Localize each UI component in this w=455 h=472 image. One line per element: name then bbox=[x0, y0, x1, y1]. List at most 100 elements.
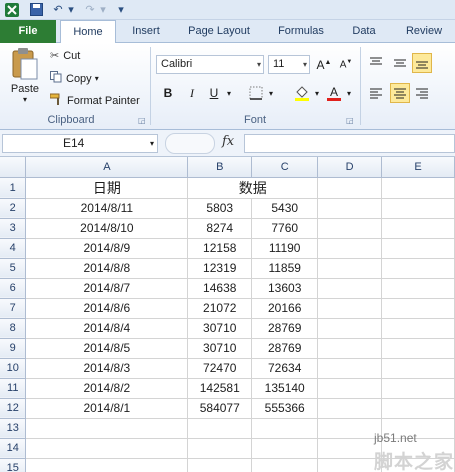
cell-value-c[interactable] bbox=[251, 418, 319, 439]
cell-value-c[interactable]: 555366 bbox=[251, 398, 319, 419]
cell-date[interactable]: 2014/8/5 bbox=[25, 338, 189, 359]
cell-value-b[interactable]: 5803 bbox=[187, 198, 253, 219]
cell-empty[interactable] bbox=[381, 177, 455, 199]
row-header[interactable]: 1 bbox=[0, 177, 27, 199]
cell-empty[interactable] bbox=[317, 198, 383, 219]
align-top-button[interactable] bbox=[366, 53, 386, 73]
customize-toolbar-icon[interactable]: ▾ bbox=[116, 2, 126, 17]
insert-function-button[interactable]: fx bbox=[222, 134, 234, 149]
bold-button[interactable]: B bbox=[158, 83, 178, 103]
cell-empty[interactable] bbox=[381, 358, 455, 379]
cell-a1[interactable]: 日期 bbox=[25, 177, 189, 199]
copy-dropdown-icon[interactable]: ▾ bbox=[95, 74, 99, 83]
cell-b1[interactable]: 数据 bbox=[187, 177, 319, 199]
fill-color-button[interactable] bbox=[292, 83, 312, 103]
cell-date[interactable]: 2014/8/9 bbox=[25, 238, 189, 259]
column-header[interactable]: A bbox=[25, 157, 189, 178]
cell-value-b[interactable]: 30710 bbox=[187, 338, 253, 359]
cell-date[interactable]: 2014/8/6 bbox=[25, 298, 189, 319]
cell-empty[interactable] bbox=[317, 218, 383, 239]
cell-empty[interactable] bbox=[317, 298, 383, 319]
row-header[interactable]: 10 bbox=[0, 358, 27, 379]
cell-value-c[interactable] bbox=[251, 458, 319, 472]
grow-font-button[interactable]: A▲ bbox=[314, 55, 334, 75]
cell-value-b[interactable] bbox=[187, 418, 253, 439]
column-header[interactable]: E bbox=[381, 157, 455, 178]
row-header[interactable]: 15 bbox=[0, 458, 27, 472]
align-center-button[interactable] bbox=[390, 83, 410, 103]
font-size-dropdown-icon[interactable]: ▾ bbox=[303, 56, 307, 73]
font-size-select[interactable]: 11 ▾ bbox=[268, 55, 310, 74]
cell-date[interactable]: 2014/8/2 bbox=[25, 378, 189, 399]
cell-date[interactable]: 2014/8/8 bbox=[25, 258, 189, 279]
cell-value-c[interactable]: 20166 bbox=[251, 298, 319, 319]
undo-dropdown-icon[interactable]: ▾ bbox=[66, 2, 76, 17]
cell-value-b[interactable]: 142581 bbox=[187, 378, 253, 399]
font-family-dropdown-icon[interactable]: ▾ bbox=[257, 56, 261, 73]
save-icon[interactable] bbox=[28, 2, 44, 17]
cut-button[interactable]: ✂ Cut bbox=[50, 49, 80, 63]
select-all-corner[interactable] bbox=[0, 157, 27, 178]
redo-dropdown-icon[interactable]: ▾ bbox=[98, 2, 108, 17]
row-header[interactable]: 12 bbox=[0, 398, 27, 419]
cell-value-b[interactable]: 30710 bbox=[187, 318, 253, 339]
cell-value-b[interactable]: 12158 bbox=[187, 238, 253, 259]
row-header[interactable]: 9 bbox=[0, 338, 27, 359]
cell-value-b[interactable]: 8274 bbox=[187, 218, 253, 239]
cell-value-b[interactable] bbox=[187, 458, 253, 472]
cell-date[interactable]: 2014/8/10 bbox=[25, 218, 189, 239]
font-family-select[interactable]: Calibri ▾ bbox=[156, 55, 264, 74]
cell-empty[interactable] bbox=[317, 378, 383, 399]
row-header[interactable]: 3 bbox=[0, 218, 27, 239]
cell-value-c[interactable]: 7760 bbox=[251, 218, 319, 239]
undo-icon[interactable]: ↶ bbox=[50, 2, 66, 17]
row-header[interactable]: 8 bbox=[0, 318, 27, 339]
cell-empty[interactable] bbox=[381, 278, 455, 299]
font-color-button[interactable]: A bbox=[324, 83, 344, 103]
row-header[interactable]: 4 bbox=[0, 238, 27, 259]
cell-value-c[interactable]: 72634 bbox=[251, 358, 319, 379]
cell-value-c[interactable]: 11859 bbox=[251, 258, 319, 279]
tab-home[interactable]: Home bbox=[60, 20, 116, 44]
tab-review[interactable]: Review bbox=[396, 20, 452, 43]
fill-color-dropdown-icon[interactable]: ▾ bbox=[312, 83, 322, 103]
formula-input[interactable] bbox=[244, 134, 455, 153]
cell-empty[interactable] bbox=[381, 218, 455, 239]
cell-value-c[interactable]: 5430 bbox=[251, 198, 319, 219]
align-right-button[interactable] bbox=[412, 83, 432, 103]
align-bottom-button[interactable] bbox=[412, 53, 432, 73]
font-dialog-launcher-icon[interactable]: ◲ bbox=[346, 116, 354, 125]
cell-date[interactable]: 2014/8/7 bbox=[25, 278, 189, 299]
column-header[interactable]: D bbox=[317, 157, 383, 178]
borders-dropdown-icon[interactable]: ▾ bbox=[266, 83, 276, 103]
row-header[interactable]: 6 bbox=[0, 278, 27, 299]
cell-empty[interactable] bbox=[381, 318, 455, 339]
format-painter-button[interactable]: Format Painter bbox=[49, 93, 140, 108]
cell-empty[interactable] bbox=[317, 438, 383, 459]
cell-empty[interactable] bbox=[317, 418, 383, 439]
row-header[interactable]: 2 bbox=[0, 198, 27, 219]
cell-empty[interactable] bbox=[317, 278, 383, 299]
cell-date[interactable] bbox=[25, 458, 189, 472]
cell-value-c[interactable]: 28769 bbox=[251, 338, 319, 359]
align-left-button[interactable] bbox=[366, 83, 386, 103]
underline-button[interactable]: U bbox=[204, 83, 224, 103]
cell-empty[interactable] bbox=[317, 258, 383, 279]
cell-value-c[interactable] bbox=[251, 438, 319, 459]
cell-value-b[interactable]: 12319 bbox=[187, 258, 253, 279]
font-color-dropdown-icon[interactable]: ▾ bbox=[344, 83, 354, 103]
cell-value-b[interactable]: 14638 bbox=[187, 278, 253, 299]
cell-value-c[interactable]: 13603 bbox=[251, 278, 319, 299]
formula-bar-splitter[interactable] bbox=[165, 133, 215, 154]
cell-empty[interactable] bbox=[381, 198, 455, 219]
cell-value-c[interactable]: 28769 bbox=[251, 318, 319, 339]
redo-icon[interactable]: ↷ bbox=[82, 2, 98, 17]
cell-empty[interactable] bbox=[317, 238, 383, 259]
name-box-dropdown-icon[interactable]: ▾ bbox=[150, 135, 154, 152]
cell-date[interactable]: 2014/8/4 bbox=[25, 318, 189, 339]
cell-value-b[interactable]: 72470 bbox=[187, 358, 253, 379]
cell-date[interactable] bbox=[25, 418, 189, 439]
cell-empty[interactable] bbox=[317, 458, 383, 472]
row-header[interactable]: 7 bbox=[0, 298, 27, 319]
row-header[interactable]: 14 bbox=[0, 438, 27, 459]
